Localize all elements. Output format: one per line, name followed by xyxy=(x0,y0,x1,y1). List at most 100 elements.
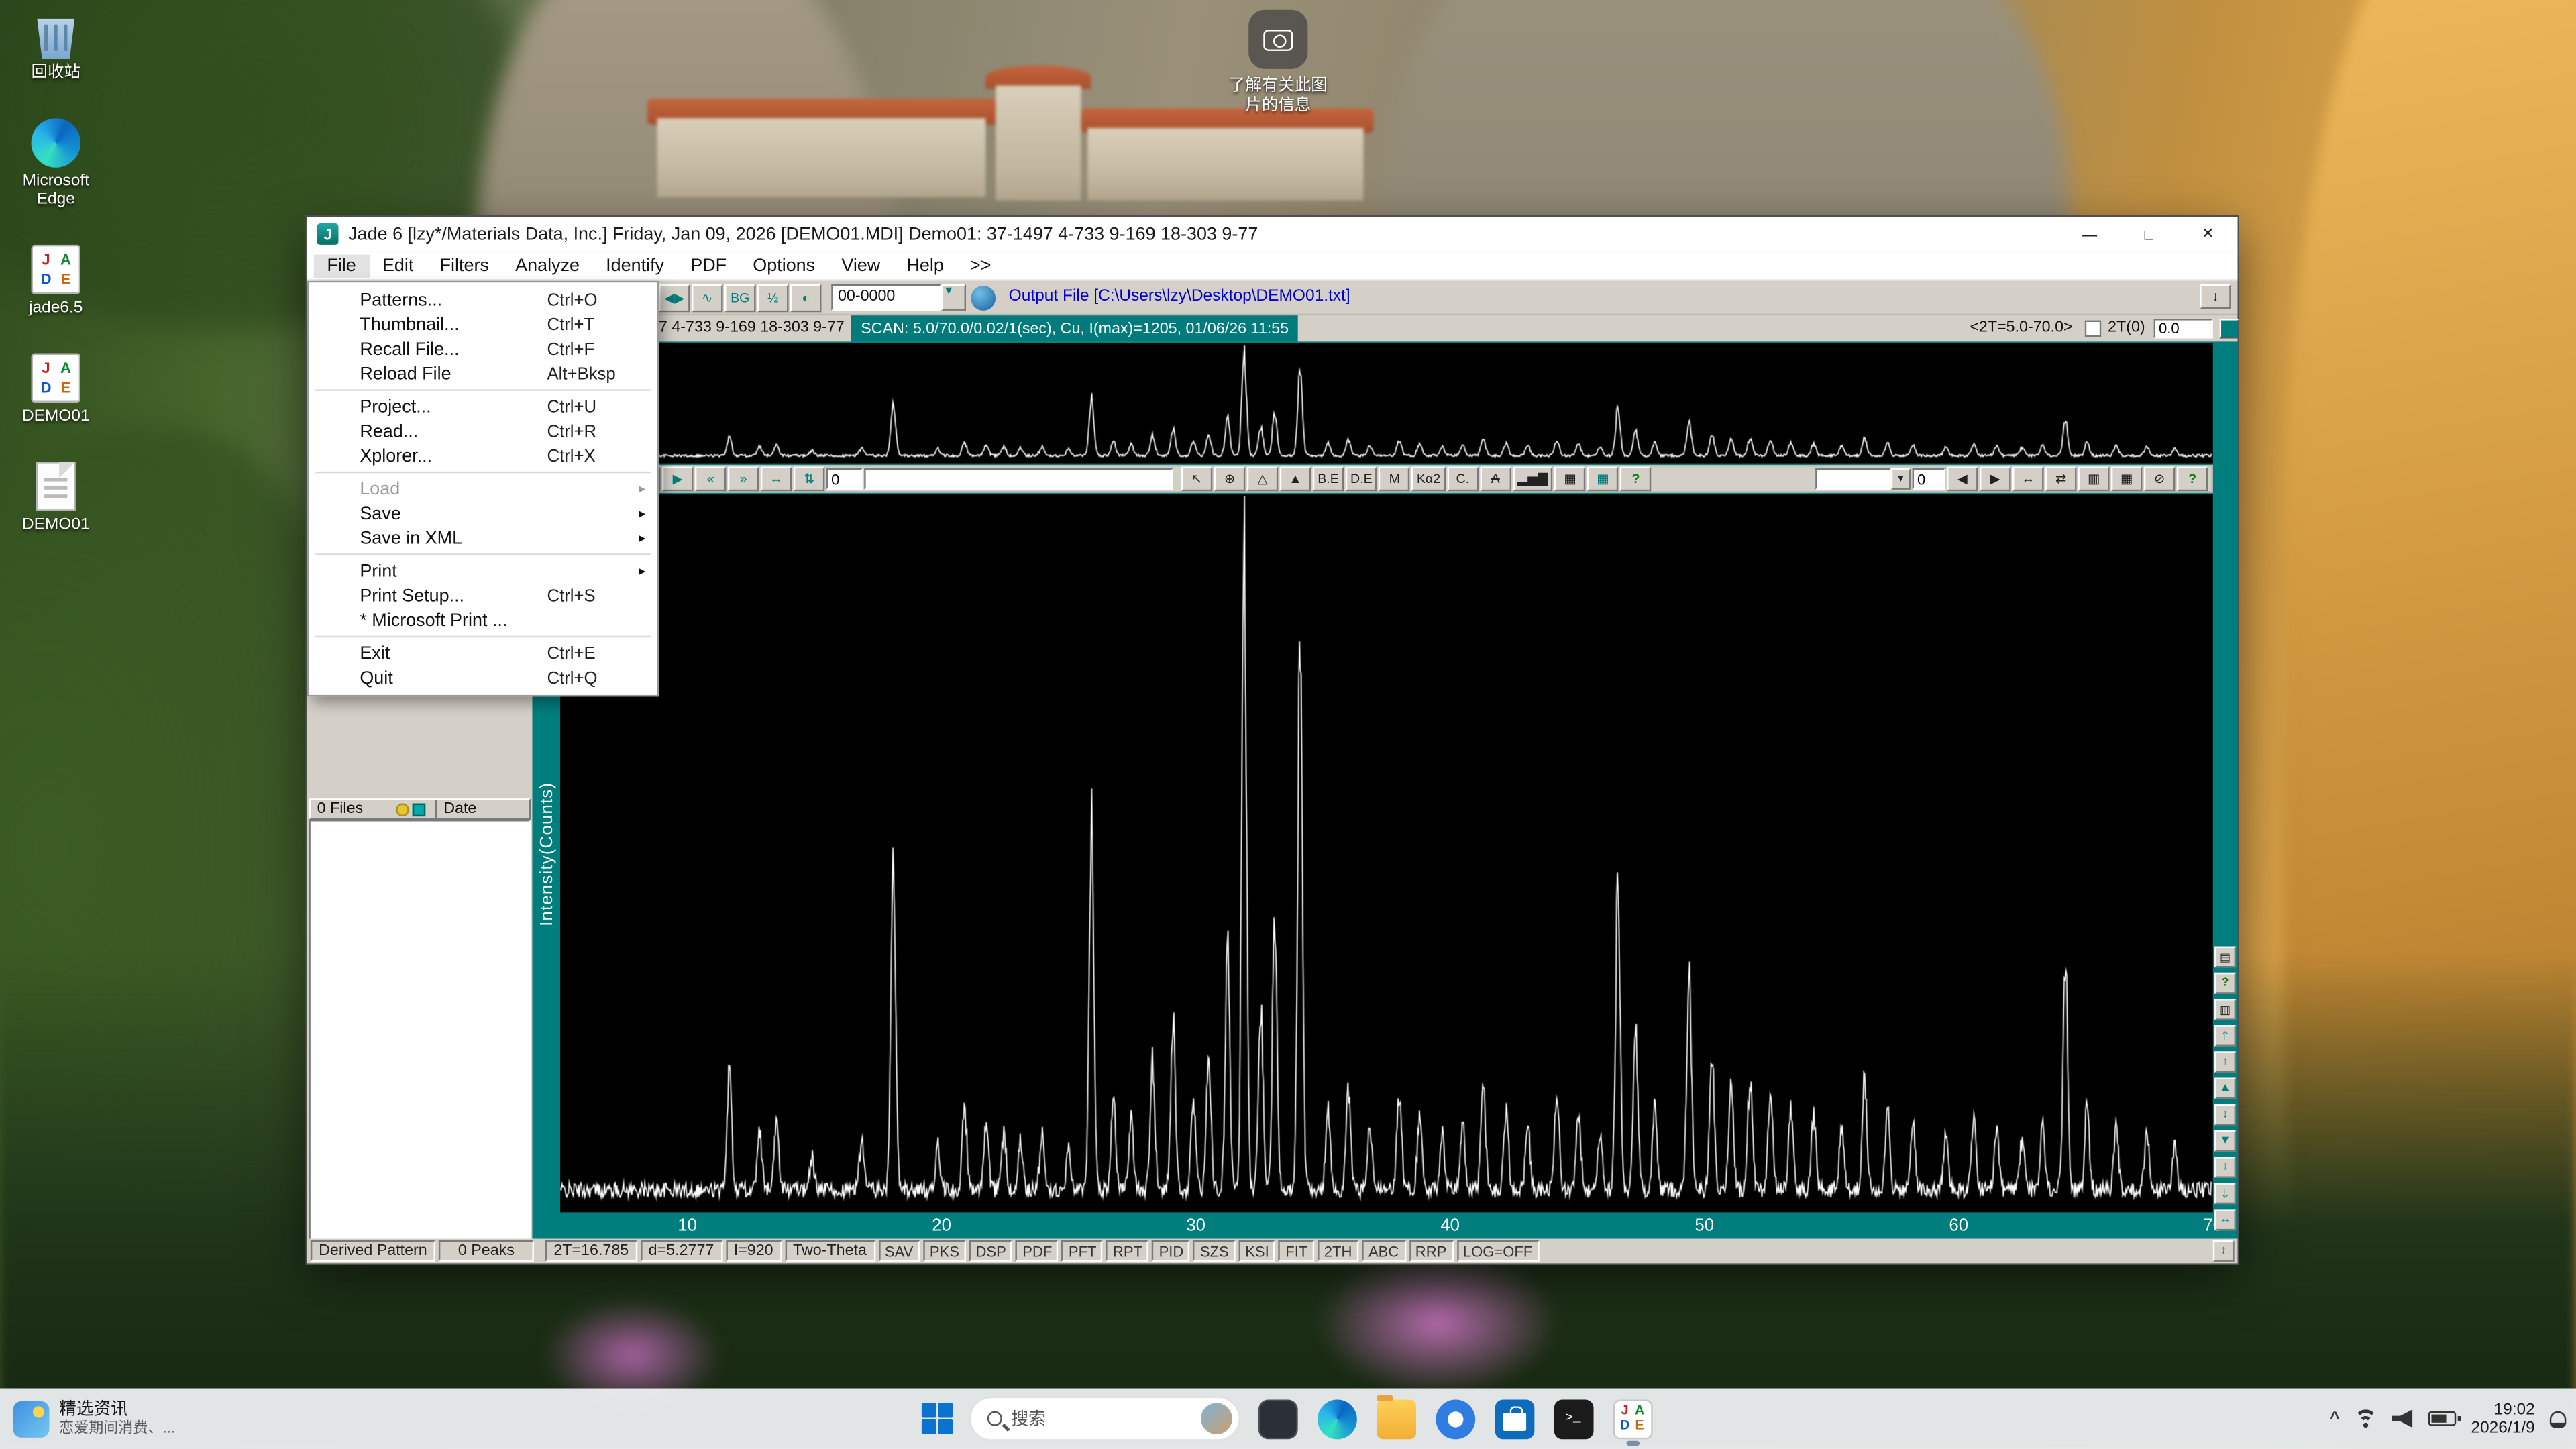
midbar-help-button[interactable]: ? xyxy=(1620,467,1652,492)
clock[interactable]: 19:02 2026/1/9 xyxy=(2471,1401,2534,1437)
fit-y-button[interactable]: ↕ xyxy=(2214,1104,2236,1126)
scroll-up-button[interactable]: ↑ xyxy=(2214,1051,2236,1073)
menu-file[interactable]: File xyxy=(314,254,370,276)
file-menu-item-print[interactable]: Print▸ xyxy=(311,559,655,584)
file-menu-item-project[interactable]: Project...Ctrl+U xyxy=(311,394,655,419)
overview-pattern-chart[interactable] xyxy=(560,343,2213,464)
status-flag-rpt[interactable]: RPT xyxy=(1106,1240,1149,1262)
smooth-button[interactable]: M xyxy=(1379,467,1411,492)
taskbar-app-dark-icon[interactable] xyxy=(1254,1394,1301,1443)
fit-x-button[interactable]: ↔ xyxy=(2214,1209,2236,1230)
notification-icon[interactable] xyxy=(2550,1410,2566,1426)
pan-right-button[interactable]: ▶ xyxy=(1980,467,2011,492)
ka2-button[interactable]: Kα2 xyxy=(1412,467,1446,492)
menu-options[interactable]: Options xyxy=(740,254,828,276)
offset-input[interactable] xyxy=(826,468,863,490)
status-flag-2th[interactable]: 2TH xyxy=(1318,1240,1358,1262)
plot-list-button[interactable]: ▤ xyxy=(2214,947,2236,968)
file-menu-item-load[interactable]: Load▸ xyxy=(311,476,655,501)
menu-pdf[interactable]: PDF xyxy=(678,254,740,276)
taskbar-edge-icon[interactable] xyxy=(1313,1394,1360,1443)
file-menu-item-thumbnail[interactable]: Thumbnail...Ctrl+T xyxy=(311,312,655,337)
widgets-button[interactable]: 精选资讯 恋爱期间消费、... xyxy=(13,1401,175,1437)
ka2-strip-toolbar-button[interactable]: ½ xyxy=(757,284,789,313)
data-edit-button[interactable]: D.E xyxy=(1346,467,1377,492)
background-button[interactable]: BG xyxy=(724,284,756,313)
scroll-bottom-button[interactable]: ⇓ xyxy=(2214,1183,2236,1204)
status-flag-sav[interactable]: SAV xyxy=(878,1240,920,1262)
status-log-toggle[interactable]: LOG=OFF xyxy=(1456,1240,1539,1262)
expand-x-button[interactable]: ↔ xyxy=(761,467,792,492)
menu-identify[interactable]: Identify xyxy=(593,254,678,276)
start-button[interactable] xyxy=(921,1402,954,1435)
search-box[interactable]: 搜索 xyxy=(969,1397,1240,1441)
file-menu-item-recall-file[interactable]: Recall File...Ctrl+F xyxy=(311,337,655,362)
pdf-number-combo[interactable]: 00-0000 ▼ xyxy=(831,284,966,311)
file-menu-item-save[interactable]: Save▸ xyxy=(311,501,655,526)
retrieve-globe-icon[interactable] xyxy=(971,286,996,311)
profile-curve-button[interactable]: ∿ xyxy=(692,284,723,313)
overlay-view-button[interactable]: ▦ xyxy=(2111,467,2143,492)
file-menu-item-exit[interactable]: ExitCtrl+E xyxy=(311,641,655,665)
photo-info-button[interactable] xyxy=(1248,10,1307,69)
status-flag-pid[interactable]: PID xyxy=(1152,1240,1190,1262)
scroll-top-button[interactable]: ⇑ xyxy=(2214,1025,2236,1046)
menu-more[interactable]: >> xyxy=(957,254,1004,276)
anchor-off-button[interactable]: A xyxy=(1480,467,1511,492)
taskbar-terminal-icon[interactable]: >_ xyxy=(1550,1394,1597,1443)
file-menu-item-print-setup[interactable]: Print Setup...Ctrl+S xyxy=(311,583,655,608)
area-tool-button[interactable]: ▲ xyxy=(1280,467,1311,492)
globe-button[interactable]: ◐ xyxy=(790,284,822,313)
hidden-icons-chevron[interactable]: ^ xyxy=(2330,1409,2339,1428)
taskbar-explorer-icon[interactable] xyxy=(1373,1394,1419,1443)
status-flag-ksi[interactable]: KSI xyxy=(1238,1240,1275,1262)
pan-left-button[interactable]: ◀ xyxy=(1947,467,1978,492)
desktop-icon-demo01-txt[interactable]: DEMO01 xyxy=(10,462,102,534)
status-flag-abc[interactable]: ABC xyxy=(1362,1240,1405,1262)
menu-help[interactable]: Help xyxy=(894,254,957,276)
zoom-y-out-button[interactable]: ▼ xyxy=(2214,1130,2236,1152)
desktop-icon-recycle-bin[interactable]: 回收站 xyxy=(10,10,102,83)
overlay-combo[interactable]: ▼ xyxy=(1815,468,1911,490)
status-flag-fit[interactable]: FIT xyxy=(1279,1240,1314,1262)
two-theta-zero-checkbox[interactable] xyxy=(2085,321,2101,337)
desktop-icon-jade6-5[interactable]: JADEjade6.5 xyxy=(10,245,102,317)
file-list[interactable] xyxy=(309,820,531,1240)
maximize-button[interactable]: □ xyxy=(2119,217,2178,251)
desktop-icon-microsoft-edge[interactable]: Microsoft Edge xyxy=(10,118,102,209)
rescale-y-button[interactable]: ⇅ xyxy=(794,467,825,492)
output-file-path[interactable]: Output File [C:\Users\lzy\Desktop\DEMO01… xyxy=(1009,288,1350,306)
file-menu-item-patterns[interactable]: Patterns...Ctrl+O xyxy=(311,288,655,313)
volume-icon[interactable] xyxy=(2392,1409,2414,1428)
step-right-button[interactable]: ▶ xyxy=(662,467,694,492)
chevron-down-icon[interactable]: ▼ xyxy=(1891,468,1911,490)
clear-overlay-button[interactable]: ⊘ xyxy=(2144,467,2176,492)
menu-analyze[interactable]: Analyze xyxy=(502,254,593,276)
layout-button[interactable]: ▥ xyxy=(2214,999,2236,1020)
status-axis-mode[interactable]: Two-Theta xyxy=(785,1240,875,1262)
toggle-view-button[interactable]: ⇄ xyxy=(2045,467,2077,492)
file-menu-item-quit[interactable]: QuitCtrl+Q xyxy=(311,665,655,690)
title-bar[interactable]: J Jade 6 [lzy*/Materials Data, Inc.] Fri… xyxy=(307,217,2238,251)
menu-view[interactable]: View xyxy=(828,254,894,276)
status-resize-button[interactable]: ↕ xyxy=(2213,1240,2235,1262)
fast-left-button[interactable]: « xyxy=(695,467,727,492)
status-flag-rrp[interactable]: RRP xyxy=(1409,1240,1453,1262)
two-theta-zero-input[interactable] xyxy=(2154,319,2213,338)
menu-filters[interactable]: Filters xyxy=(427,254,502,276)
file-menu-item-reload-file[interactable]: Reload FileAlt+Bksp xyxy=(311,362,655,386)
calibrate-button[interactable]: C. xyxy=(1447,467,1479,492)
fast-right-button[interactable]: » xyxy=(728,467,759,492)
zoom-tool-button[interactable]: ⊕ xyxy=(1214,467,1246,492)
menu-edit[interactable]: Edit xyxy=(369,254,427,276)
file-menu-item-xplorer[interactable]: Xplorer...Ctrl+X xyxy=(311,443,655,468)
status-flag-dsp[interactable]: DSP xyxy=(969,1240,1013,1262)
grid-button[interactable]: ▦ xyxy=(1554,467,1586,492)
side-help-button[interactable]: ? xyxy=(2214,973,2236,994)
file-menu-item-microsoft-print[interactable]: * Microsoft Print ... xyxy=(311,608,655,633)
overlay-offset-input[interactable] xyxy=(1913,468,1945,490)
file-menu-item-read[interactable]: Read...Ctrl+R xyxy=(311,419,655,443)
file-list-header[interactable]: 0 Files Date xyxy=(309,798,531,820)
dock-arrow-button[interactable]: ↓ xyxy=(2200,284,2231,309)
date-column-header[interactable]: Date xyxy=(435,800,529,818)
